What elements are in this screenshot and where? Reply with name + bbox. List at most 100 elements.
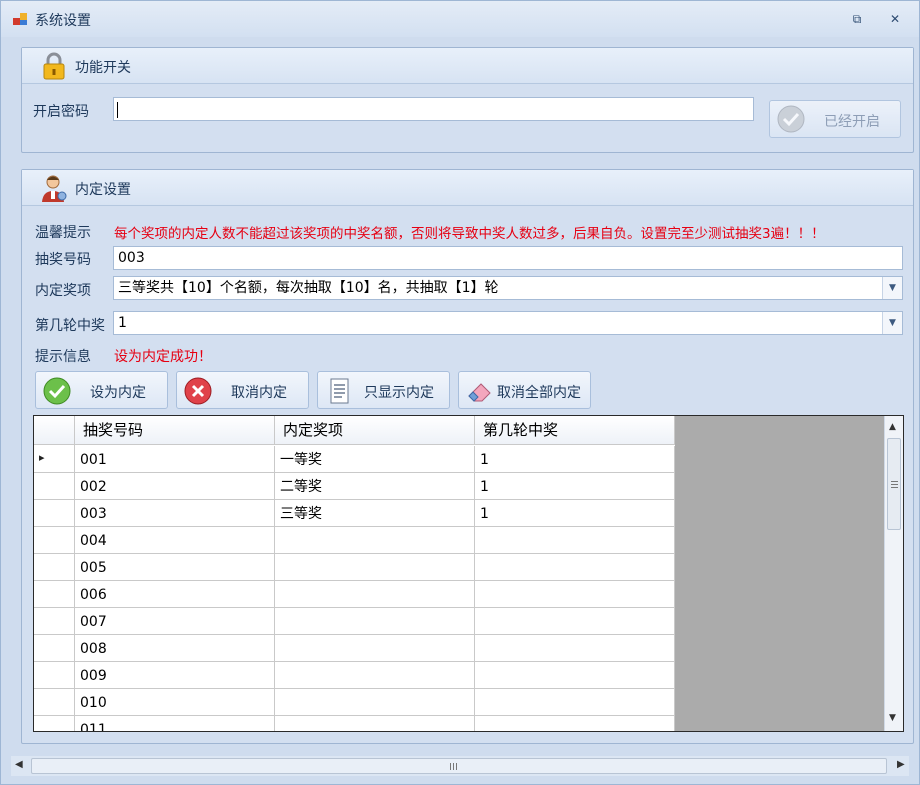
table-cell[interactable] [275, 689, 475, 716]
row-header[interactable] [34, 689, 75, 716]
table-cell[interactable]: 007 [75, 608, 275, 635]
restore-button[interactable]: ⧉ [848, 11, 866, 27]
number-input[interactable]: 003 [113, 246, 903, 270]
password-label: 开启密码 [33, 104, 89, 120]
check-icon [777, 105, 805, 133]
table-cell[interactable] [475, 716, 675, 731]
column-header-round[interactable]: 第几轮中奖 [475, 416, 675, 445]
row-header[interactable] [34, 716, 75, 731]
table-cell[interactable]: 011 [75, 716, 275, 731]
table-cell[interactable] [475, 662, 675, 689]
table-cell[interactable]: 002 [75, 473, 275, 500]
table-cell[interactable]: 一等奖 [275, 446, 475, 473]
round-select[interactable]: 1 ▼ [113, 311, 903, 335]
table-cell[interactable]: 三等奖 [275, 500, 475, 527]
scroll-left-icon[interactable]: ◀ [15, 759, 23, 770]
row-header[interactable]: ▸ [34, 446, 75, 473]
table-cell[interactable] [275, 581, 475, 608]
lock-icon [43, 52, 65, 80]
horizontal-scrollbar[interactable]: ◀ ▶ [11, 756, 909, 776]
row-header[interactable] [34, 635, 75, 662]
table-cell[interactable] [475, 689, 675, 716]
table-cell[interactable]: 二等奖 [275, 473, 475, 500]
grid-body: 抽奖号码 内定奖项 第几轮中奖 ▸ 001 一等奖 1 002 二等奖 1 003 三等奖 1 00… [34, 416, 675, 731]
enabled-button-label: 已经开启 [824, 114, 880, 130]
table-cell[interactable]: 004 [75, 527, 275, 554]
row-header[interactable] [34, 554, 75, 581]
table-cell[interactable]: 006 [75, 581, 275, 608]
table-cell[interactable] [475, 608, 675, 635]
table-cell[interactable]: 001 [75, 446, 275, 473]
row-header[interactable] [34, 527, 75, 554]
show-only-preset-button[interactable]: 只显示内定 [317, 371, 450, 409]
prize-select[interactable]: 三等奖共【10】个名额，每次抽取【10】名，共抽取【1】轮 ▼ [113, 276, 903, 300]
prize-select-value: 三等奖共【10】个名额，每次抽取【10】名，共抽取【1】轮 [118, 280, 499, 296]
title-bar: 系统设置 ⧉ ✕ [1, 1, 919, 37]
table-cell[interactable]: 003 [75, 500, 275, 527]
table-cell[interactable] [475, 635, 675, 662]
table-cell[interactable]: 005 [75, 554, 275, 581]
round-label: 第几轮中奖 [35, 318, 105, 334]
table-cell[interactable]: 1 [475, 473, 675, 500]
number-label: 抽奖号码 [35, 252, 91, 268]
table-cell[interactable] [275, 635, 475, 662]
chevron-down-icon[interactable]: ▼ [882, 312, 902, 334]
table-cell[interactable]: 010 [75, 689, 275, 716]
table-cell[interactable] [275, 716, 475, 731]
app-icon [13, 13, 27, 25]
tip-text: 每个奖项的内定人数不能超过该奖项的中奖名额，否则将导致中奖人数过多，后果自负。设… [114, 226, 825, 242]
horizontal-scroll-thumb[interactable] [31, 758, 887, 774]
cancel-preset-button[interactable]: 取消内定 [176, 371, 309, 409]
chevron-down-icon[interactable]: ▼ [882, 277, 902, 299]
corner-header [34, 416, 75, 445]
column-header-prize[interactable]: 内定奖项 [275, 416, 475, 445]
settings-window: 系统设置 ⧉ ✕ 功能开关 开启密码 已经开启 内定设置 温馨提示 每个奖项的内… [0, 0, 920, 785]
window-title: 系统设置 [35, 13, 91, 29]
table-cell[interactable]: 1 [475, 500, 675, 527]
row-header[interactable] [34, 473, 75, 500]
scroll-right-icon[interactable]: ▶ [897, 759, 905, 770]
vertical-scrollbar[interactable]: ▲ ▼ [884, 416, 903, 731]
table-cell[interactable] [475, 581, 675, 608]
table-cell[interactable]: 008 [75, 635, 275, 662]
text-caret [117, 102, 118, 118]
check-circle-icon [43, 377, 71, 405]
set-preset-label: 设为内定 [90, 385, 146, 401]
eraser-icon [468, 383, 491, 402]
round-select-value: 1 [118, 315, 127, 331]
scroll-up-icon[interactable]: ▲ [889, 422, 896, 432]
table-cell[interactable]: 1 [475, 446, 675, 473]
enabled-button[interactable]: 已经开启 [769, 100, 901, 138]
row-header[interactable] [34, 662, 75, 689]
row-header[interactable] [34, 581, 75, 608]
table-cell[interactable] [275, 662, 475, 689]
cancel-all-preset-button[interactable]: 取消全部内定 [458, 371, 591, 409]
cancel-circle-icon [184, 377, 212, 405]
preset-settings-title: 内定设置 [75, 182, 131, 198]
preset-data-grid[interactable]: 抽奖号码 内定奖项 第几轮中奖 ▸ 001 一等奖 1 002 二等奖 1 003 三等奖 1 00… [33, 415, 904, 732]
row-header[interactable] [34, 608, 75, 635]
table-cell[interactable] [475, 554, 675, 581]
document-icon [330, 378, 349, 404]
info-label: 提示信息 [35, 349, 91, 365]
table-cell[interactable] [275, 554, 475, 581]
feature-switch-group: 功能开关 开启密码 已经开启 [21, 47, 914, 153]
preset-settings-header: 内定设置 [22, 170, 913, 206]
show-only-preset-label: 只显示内定 [364, 385, 434, 401]
scroll-down-icon[interactable]: ▼ [889, 713, 896, 723]
table-cell[interactable] [275, 608, 475, 635]
feature-switch-title: 功能开关 [75, 60, 131, 76]
feature-switch-header: 功能开关 [22, 48, 913, 84]
close-button[interactable]: ✕ [886, 11, 904, 27]
set-preset-button[interactable]: 设为内定 [35, 371, 168, 409]
cancel-preset-label: 取消内定 [231, 385, 287, 401]
row-header[interactable] [34, 500, 75, 527]
password-input[interactable] [113, 97, 754, 121]
column-header-number[interactable]: 抽奖号码 [75, 416, 275, 445]
table-cell[interactable] [275, 527, 475, 554]
table-cell[interactable]: 009 [75, 662, 275, 689]
table-cell[interactable] [475, 527, 675, 554]
prize-label: 内定奖项 [35, 283, 91, 299]
cancel-all-preset-label: 取消全部内定 [497, 385, 581, 401]
scroll-thumb[interactable] [887, 438, 901, 530]
